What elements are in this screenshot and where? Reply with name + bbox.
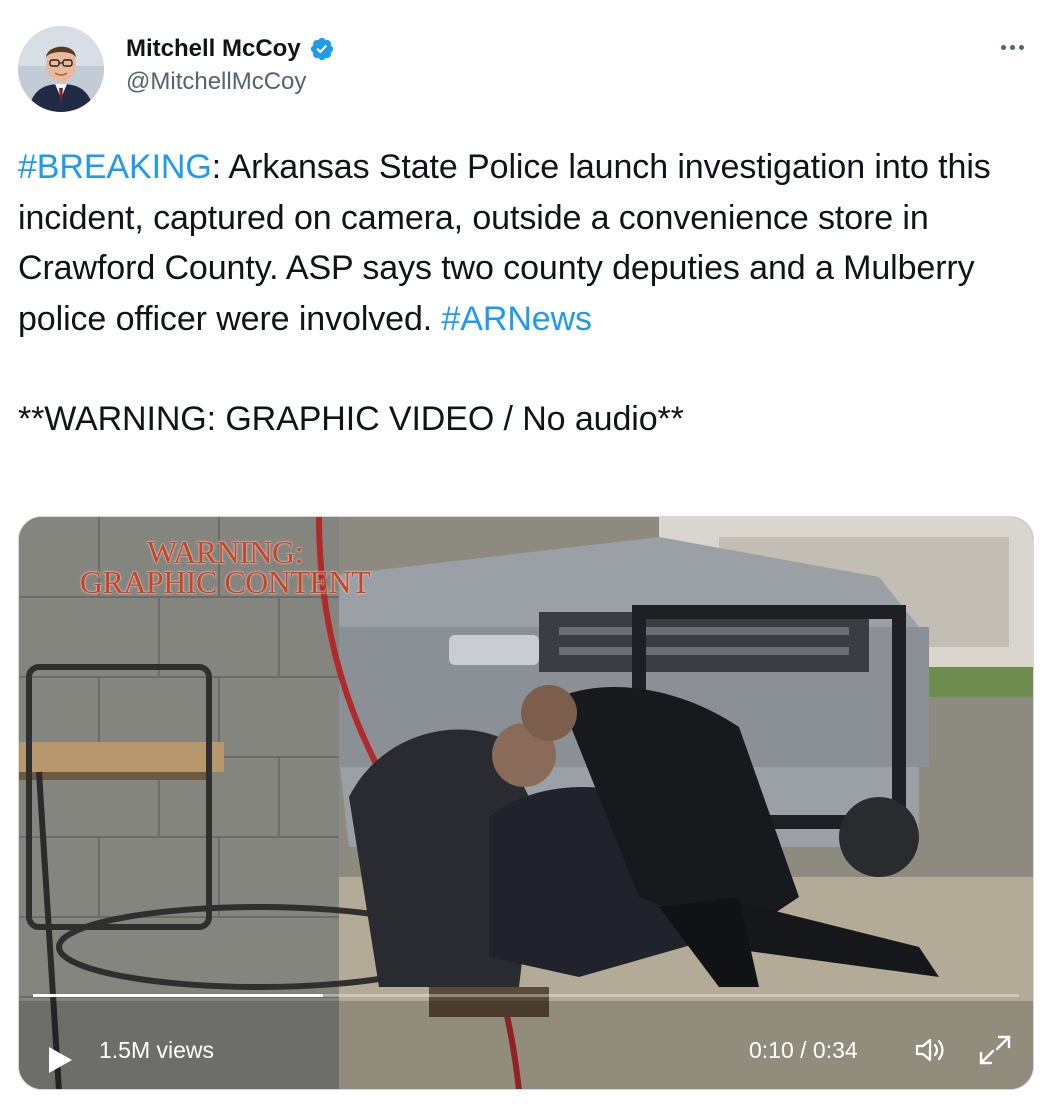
hashtag-arnews[interactable]: #ARNews xyxy=(441,300,592,338)
display-name[interactable]: Mitchell McCoy xyxy=(126,35,301,63)
video-player[interactable]: WARNING: GRAPHIC CONTENT 1.5M views 0:10… xyxy=(18,516,1034,1090)
tweet: Mitchell McCoy @MitchellMcCoy #BREAKING:… xyxy=(0,0,1050,1108)
graphic-warning-overlay: WARNING: GRAPHIC CONTENT xyxy=(35,534,415,600)
more-dot xyxy=(1018,44,1024,50)
handle[interactable]: @MitchellMcCoy xyxy=(126,68,335,96)
avatar[interactable] xyxy=(18,26,104,112)
display-name-row: Mitchell McCoy xyxy=(126,34,335,64)
more-dot xyxy=(1009,44,1015,50)
view-count: 1.5M views xyxy=(99,1037,215,1063)
overlay-line-1: WARNING: xyxy=(147,534,303,570)
tweet-header: Mitchell McCoy @MitchellMcCoy xyxy=(18,26,1032,114)
tweet-warning: **WARNING: GRAPHIC VIDEO / No audio** xyxy=(18,400,684,438)
video-time: 0:10 / 0:34 xyxy=(749,1037,858,1063)
hashtag-breaking[interactable]: #BREAKING xyxy=(18,148,212,186)
author-names: Mitchell McCoy @MitchellMcCoy xyxy=(126,34,335,96)
more-dot xyxy=(1000,44,1006,50)
fullscreen-icon[interactable] xyxy=(977,1033,1013,1067)
tweet-text: #BREAKING: Arkansas State Police launch … xyxy=(18,142,1032,445)
tweet-body: #BREAKING: Arkansas State Police launch … xyxy=(18,142,1032,344)
video-frame xyxy=(19,517,1033,1089)
verified-badge-icon xyxy=(309,36,335,62)
volume-icon[interactable] xyxy=(913,1035,949,1065)
play-icon[interactable] xyxy=(45,1045,75,1075)
overlay-line-2: GRAPHIC CONTENT xyxy=(79,564,371,600)
video-progress-fill xyxy=(33,994,323,997)
video-progress-bar[interactable] xyxy=(33,994,1019,997)
more-options-icon[interactable] xyxy=(992,32,1032,62)
